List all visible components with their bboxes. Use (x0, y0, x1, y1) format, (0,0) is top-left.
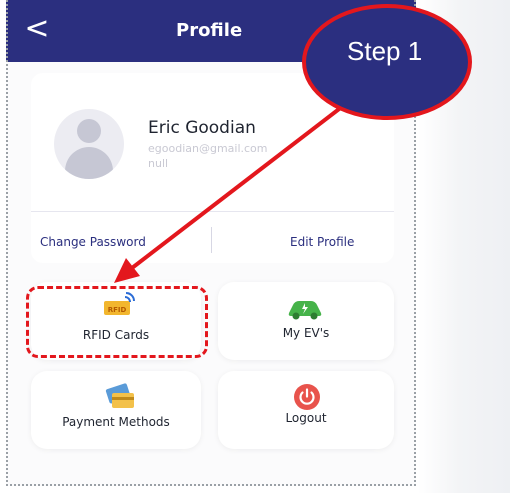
step-label: Step 1 (347, 36, 423, 66)
screen: < Profile Eric Goodian egoodian@gmail.co… (0, 0, 510, 493)
highlight-box (26, 286, 208, 358)
